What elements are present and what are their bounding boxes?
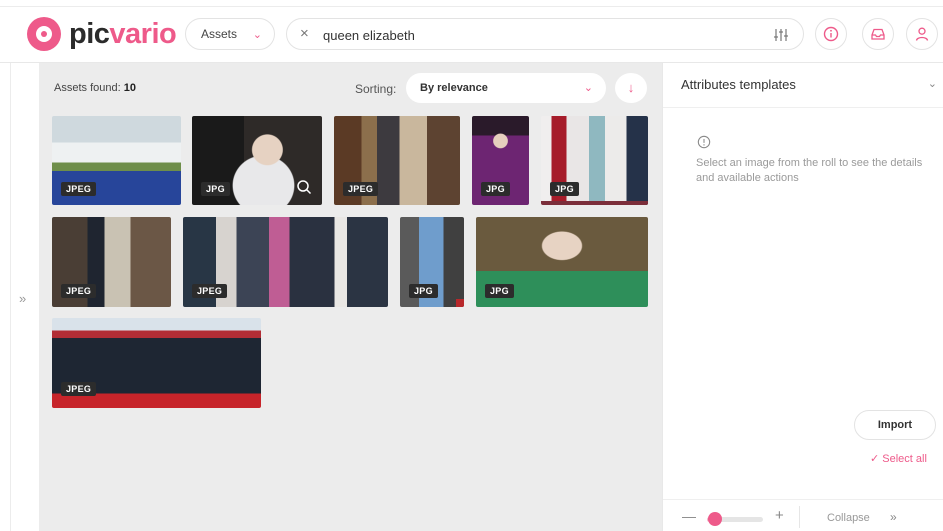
asset-thumbnail[interactable]: JPEG [52, 217, 171, 307]
search-bar: × [286, 18, 804, 50]
asset-thumbnail[interactable]: JPG [541, 116, 648, 205]
panel-title: Attributes templates [681, 77, 796, 92]
format-badge: JPEG [192, 284, 228, 298]
logo-wordmark: picvario [69, 18, 177, 50]
sorting-label: Sorting: [355, 82, 397, 96]
sort-value: By relevance [420, 82, 488, 94]
zoom-magnifier-icon[interactable] [296, 179, 312, 195]
footer-divider [799, 506, 800, 528]
chevron-down-icon[interactable]: ⌄ [928, 77, 937, 90]
info-icon [823, 26, 839, 42]
format-badge: JPG [550, 182, 579, 196]
top-divider [0, 6, 943, 7]
select-all-label: Select all [882, 453, 927, 465]
sort-dropdown[interactable]: By relevance ⌄ [406, 73, 606, 103]
user-button[interactable] [906, 18, 938, 50]
app-logo[interactable]: picvario [27, 16, 177, 52]
asset-grid-area: Assets found: 10 Sorting: By relevance ⌄… [40, 63, 662, 531]
inbox-button[interactable] [862, 18, 894, 50]
assets-found: Assets found: 10 [54, 82, 136, 94]
asset-thumbnail[interactable]: JPG [476, 217, 648, 307]
asset-thumbnail[interactable]: JPG [400, 217, 464, 307]
attributes-panel: Attributes templates ⌄ Select an image f… [662, 63, 943, 531]
user-icon [915, 27, 929, 41]
zoom-slider-handle[interactable] [708, 512, 723, 526]
logo-mark-icon [27, 17, 61, 51]
asset-thumbnail[interactable]: JPG [192, 116, 322, 205]
info-icon [697, 135, 711, 149]
thumbnail-stripe [456, 299, 464, 307]
panel-divider [663, 107, 943, 108]
asset-thumbnail[interactable]: JPEG [334, 116, 460, 205]
sort-direction-button[interactable]: ↓ [615, 73, 647, 103]
expand-sidebar-icon[interactable]: » [19, 291, 26, 306]
panel-footer: — + Collapse » [663, 499, 943, 531]
inbox-icon [871, 28, 885, 40]
format-badge: JPEG [61, 284, 97, 298]
check-circle-icon: ✓︎ [870, 453, 880, 465]
arrow-down-icon: ↓ [627, 80, 635, 95]
assets-found-count: 10 [123, 82, 136, 94]
chevron-down-icon: ⌄ [252, 29, 262, 41]
search-input[interactable] [323, 26, 743, 44]
format-badge: JPEG [343, 182, 379, 196]
zoom-out-icon[interactable]: — [682, 508, 696, 524]
filter-sliders-icon[interactable] [773, 27, 789, 43]
collapse-panel-icon[interactable]: » [890, 510, 897, 524]
left-rail: » [10, 63, 40, 531]
asset-thumbnail[interactable]: JPG [472, 116, 529, 205]
info-button[interactable] [815, 18, 847, 50]
asset-thumbnail[interactable]: JPEG [52, 318, 261, 408]
asset-thumbnail[interactable]: JPEG [183, 217, 388, 307]
format-badge: JPEG [61, 382, 97, 396]
import-button[interactable]: Import [854, 410, 936, 440]
format-badge: JPEG [61, 182, 97, 196]
zoom-in-icon[interactable]: + [775, 507, 784, 524]
empty-selection-hint: Select an image from the roll to see the… [696, 157, 923, 184]
format-badge: JPG [485, 284, 514, 298]
scope-dropdown[interactable]: Assets ⌄ [185, 18, 275, 50]
format-badge: JPG [201, 182, 230, 196]
collapse-label[interactable]: Collapse [827, 512, 870, 524]
scope-label: Assets [201, 27, 238, 41]
asset-thumbnail[interactable]: JPEG [52, 116, 181, 205]
thumbnail-stripe [541, 201, 648, 205]
close-icon[interactable]: × [300, 25, 309, 42]
format-badge: JPG [481, 182, 510, 196]
format-badge: JPG [409, 284, 438, 298]
chevron-down-icon: ⌄ [583, 82, 593, 94]
select-all-link[interactable]: ✓︎ Select all [870, 452, 927, 465]
